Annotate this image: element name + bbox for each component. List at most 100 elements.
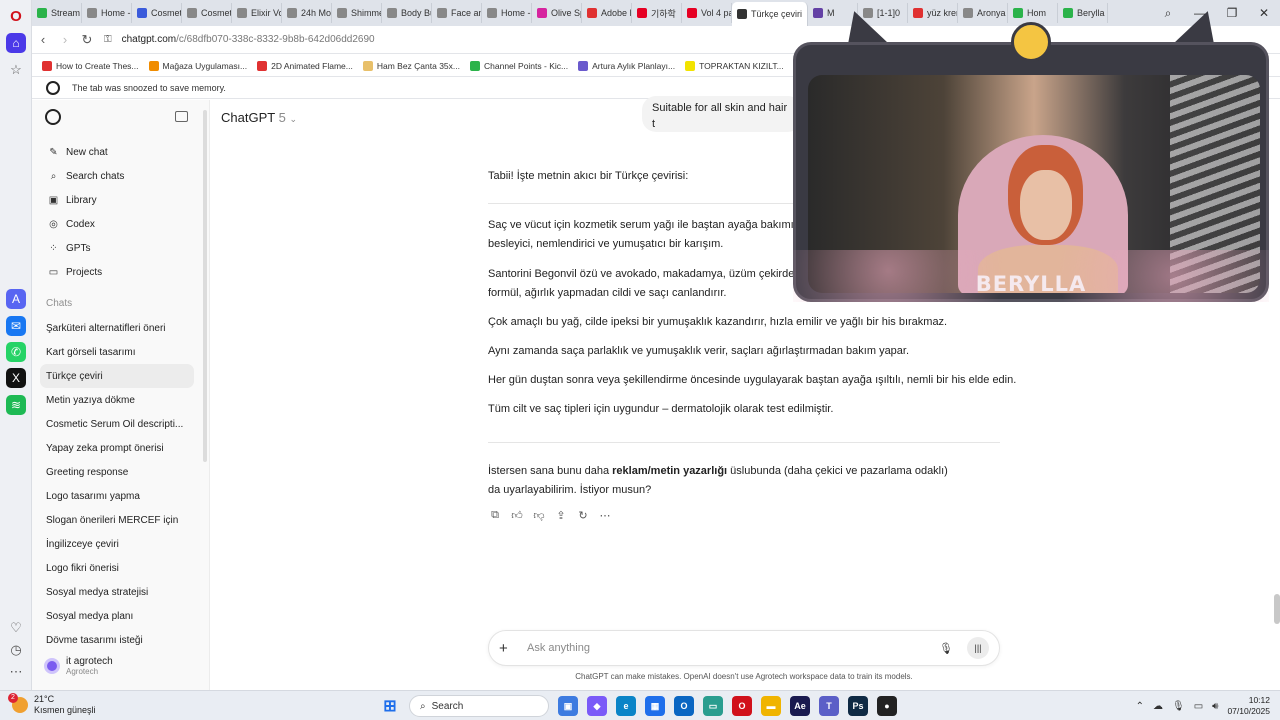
answer-paragraph: Her gün duştan sonra veya şekillendirme … (488, 374, 1017, 386)
openai-logo-icon[interactable] (45, 109, 61, 125)
tab-1[interactable]: Home - (82, 3, 132, 23)
display-icon[interactable]: ▭ (1194, 701, 1203, 712)
chat-history-item[interactable]: Türkçe çeviri (40, 364, 194, 388)
sidebar-item-search-chats[interactable]: ⌕ Search chats (40, 164, 200, 188)
sidebar-item-label: GPTs (66, 242, 91, 254)
heart-icon[interactable]: ♡ (6, 618, 26, 638)
teams-icon[interactable]: T (819, 696, 839, 716)
forward-icon[interactable]: › (54, 32, 76, 47)
remote-icon[interactable]: ▭ (703, 696, 723, 716)
tab-0[interactable]: Stream (32, 3, 82, 23)
microphone-icon[interactable]: 🎙︎ (939, 642, 953, 655)
x-icon[interactable]: X (6, 368, 26, 388)
chat-history-item[interactable]: Kart görseli tasarımı (40, 340, 194, 364)
bookmark-2[interactable]: 2D Animated Flame... (257, 60, 353, 71)
sidebar-item-library[interactable]: ▣ Library (40, 188, 200, 212)
thumbs-down-icon[interactable]: 👎︎ (533, 509, 545, 522)
widgets-icon[interactable]: ▣ (558, 696, 578, 716)
bookmark-3[interactable]: Ham Bez Çanta 35x... (362, 60, 460, 71)
network-icon[interactable]: ☁ (1153, 701, 1163, 712)
copilot-icon[interactable]: ◆ (587, 696, 607, 716)
reload-icon[interactable]: ↻ (76, 32, 98, 48)
edge-icon[interactable]: e (616, 696, 636, 716)
bookmark-1[interactable]: Mağaza Uygulaması... (148, 60, 247, 71)
sidebar-item-new-chat[interactable]: ✎ New chat (40, 140, 200, 164)
taskbar-search[interactable]: ⌕ Search (409, 695, 549, 717)
model-version: 5 (278, 110, 286, 125)
chat-history-item[interactable]: Cosmetic Serum Oil descripti... (40, 412, 194, 436)
obs-icon[interactable]: ● (877, 696, 897, 716)
copy-icon[interactable]: ⧉ (489, 509, 501, 522)
prompt-input[interactable]: Ask anything (527, 642, 939, 654)
chat-history-item[interactable]: Sosyal medya stratejisi (40, 580, 194, 604)
tab-6[interactable]: Shimme (332, 3, 382, 23)
spotify-icon[interactable]: ≋ (6, 395, 26, 415)
more-actions-icon[interactable]: ⋯ (599, 509, 611, 522)
chat-history-item[interactable]: Greeting response (40, 460, 194, 484)
chat-history-item[interactable]: Dövme tasarımı isteği (40, 628, 194, 652)
url-field[interactable]: chatgpt.com/c/68dfb070-338c-8332-9b8b-64… (122, 34, 375, 45)
sidebar-item-projects[interactable]: ▭ Projects (40, 260, 200, 284)
tab-10[interactable]: Olive Sp (532, 3, 582, 23)
chat-history-item[interactable]: Logo tasarımı yapma (40, 484, 194, 508)
tab-7[interactable]: Body Bu (382, 3, 432, 23)
chat-history-item[interactable]: Sosyal medya planı (40, 604, 194, 628)
opera-logo-icon[interactable]: O (6, 6, 26, 26)
opera-icon[interactable]: O (732, 696, 752, 716)
sidebar-item-codex[interactable]: ◎ Codex (40, 212, 200, 236)
tab-11[interactable]: Adobe F (582, 3, 632, 23)
sidebar-scrollbar[interactable] (203, 110, 207, 462)
explorer-icon[interactable]: ▬ (761, 696, 781, 716)
photoshop-icon[interactable]: Ps (848, 696, 868, 716)
home-icon[interactable]: ⌂ (6, 33, 26, 53)
chat-history-item[interactable]: Metin yazıya dökme (40, 388, 194, 412)
history-icon[interactable]: ◷ (6, 640, 26, 660)
outlook-icon[interactable]: O (674, 696, 694, 716)
voice-mode-icon[interactable]: ||| (967, 637, 989, 659)
bookmark-5[interactable]: Artura Aylık Planlayı... (578, 60, 675, 71)
start-icon[interactable]: ⊞ (380, 696, 400, 716)
back-icon[interactable]: ‹ (32, 32, 54, 47)
bookmark-6[interactable]: TOPRAKTAN KIZILT... (685, 60, 784, 71)
site-info-icon[interactable]: ⚿ (104, 34, 112, 45)
chat-history-item[interactable]: İngilizceye çeviri (40, 532, 194, 556)
chat-history-item[interactable]: Slogan önerileri MERCEF için (40, 508, 194, 532)
tab-12[interactable]: 기하학 (632, 3, 682, 23)
user-profile[interactable]: it agrotech Agrotech (44, 656, 113, 676)
more-icon[interactable]: ⋯ (6, 662, 26, 682)
pin-icon[interactable]: ☆ (6, 60, 26, 80)
taskbar-search-label: Search (431, 700, 464, 712)
model-selector[interactable]: ChatGPT 5 ⌄ (221, 110, 297, 125)
bookmark-4[interactable]: Channel Points - Kic... (470, 60, 568, 71)
tab-8[interactable]: Face an (432, 3, 482, 23)
store-icon[interactable]: ▦ (645, 696, 665, 716)
whatsapp-icon[interactable]: ✆ (6, 342, 26, 362)
regenerate-icon[interactable]: ↻ (577, 509, 589, 522)
sidebar-item-gpts[interactable]: ⁘ GPTs (40, 236, 200, 260)
url-host: chatgpt.com (121, 34, 177, 45)
add-attachment-icon[interactable]: + (499, 640, 515, 657)
after-effects-icon[interactable]: Ae (790, 696, 810, 716)
messenger-icon[interactable]: ✉ (6, 316, 26, 336)
chat-history-item[interactable]: Yapay zeka prompt önerisi (40, 436, 194, 460)
tab-4[interactable]: Elixir Vo (232, 3, 282, 23)
main-scrollbar[interactable] (1274, 594, 1280, 624)
tab-5[interactable]: 24h Mo (282, 3, 332, 23)
clock[interactable]: 10:12 07/10/2025 (1227, 695, 1270, 717)
tab-9[interactable]: Home - (482, 3, 532, 23)
sidebar-toggle-icon[interactable] (175, 111, 188, 122)
volume-icon[interactable]: 🔊︎ (1212, 701, 1218, 712)
thumbs-up-icon[interactable]: 👍︎ (511, 509, 523, 522)
mic-tray-icon[interactable]: 🎙︎ (1172, 701, 1185, 712)
share-icon[interactable]: ⇪ (555, 509, 567, 522)
chat-history-item[interactable]: Logo fikri önerisi (40, 556, 194, 580)
tab-13[interactable]: Vol 4 pa (682, 3, 732, 23)
tab-2[interactable]: Cosmet (132, 3, 182, 23)
bookmark-0[interactable]: How to Create Thes... (42, 60, 139, 71)
aria-icon[interactable]: A (6, 289, 26, 309)
tray-overflow-icon[interactable]: ⌃ (1136, 701, 1144, 712)
tab-3[interactable]: Cosmet (182, 3, 232, 23)
chat-history-item[interactable]: Şarküteri alternatifleri öneri (40, 316, 194, 340)
sidebar-item-label: Search chats (66, 170, 125, 182)
weather-widget[interactable]: 2 21°C Kısmen güneşli (8, 693, 96, 716)
